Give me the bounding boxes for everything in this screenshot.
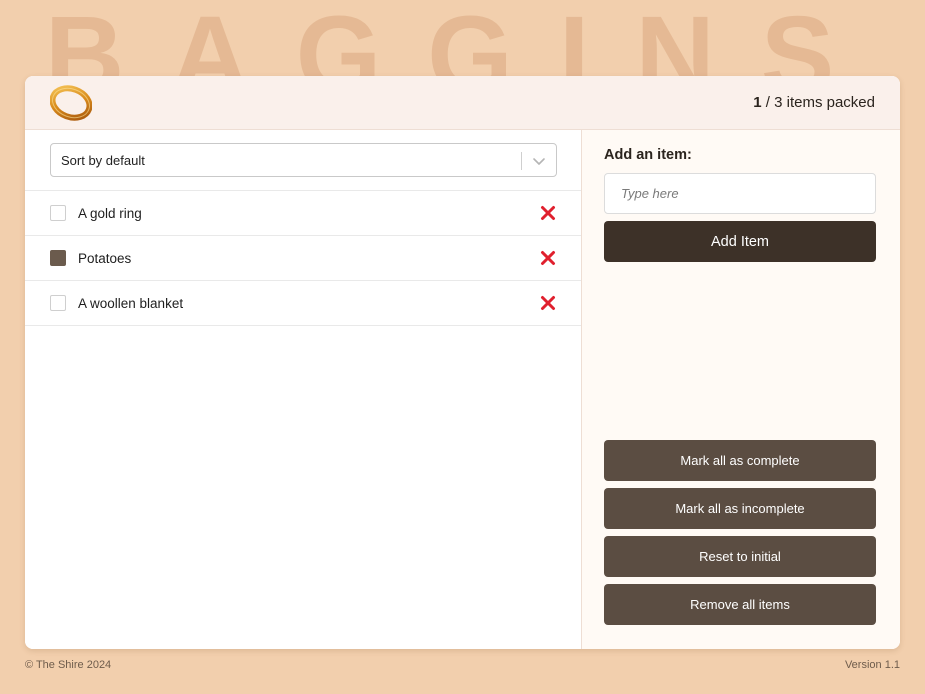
- delete-x-icon[interactable]: [540, 205, 556, 221]
- chevron-down-icon[interactable]: [532, 154, 546, 168]
- item-label: A gold ring: [78, 205, 142, 221]
- sort-select[interactable]: Sort by default: [50, 143, 557, 177]
- add-item-input[interactable]: [604, 173, 876, 214]
- main-content: Sort by default A gold ring Potatoes A w…: [25, 130, 900, 649]
- add-item-button[interactable]: Add Item: [604, 221, 876, 262]
- list-item: A woollen blanket: [25, 281, 581, 326]
- add-item-heading: Add an item:: [604, 147, 692, 163]
- delete-x-icon[interactable]: [540, 250, 556, 266]
- item-label: A woollen blanket: [78, 295, 184, 311]
- item-label: Potatoes: [78, 250, 132, 266]
- copyright-text: © The Shire 2024: [25, 659, 112, 671]
- packed-count: 1: [753, 94, 762, 111]
- item-checkbox[interactable]: [50, 250, 66, 266]
- footer: © The Shire 2024 Version 1.1: [25, 659, 900, 671]
- version-text: Version 1.1: [844, 659, 900, 671]
- sidebar: Add an item: Add Item Mark all as comple…: [582, 130, 900, 649]
- item-list-pane: Sort by default A gold ring Potatoes A w…: [25, 130, 582, 649]
- mark-all-complete-button[interactable]: Mark all as complete: [604, 440, 876, 481]
- item-checkbox[interactable]: [50, 205, 66, 221]
- packing-list-card: 1 / 3 items packed Sort by default A gol…: [25, 76, 900, 649]
- gold-ring-icon: [50, 84, 92, 121]
- bulk-actions: Mark all as complete Mark all as incompl…: [604, 440, 876, 632]
- sort-divider: [521, 152, 522, 170]
- list-item: Potatoes: [25, 236, 581, 281]
- sort-bar: Sort by default: [25, 130, 581, 191]
- list-item: A gold ring: [25, 191, 581, 236]
- remove-all-items-button[interactable]: Remove all items: [604, 584, 876, 625]
- reset-to-initial-button[interactable]: Reset to initial: [604, 536, 876, 577]
- mark-all-incomplete-button[interactable]: Mark all as incomplete: [604, 488, 876, 529]
- sort-selected-value: Sort by default: [61, 152, 145, 168]
- counter-text: / 3 items packed: [761, 94, 875, 111]
- delete-x-icon[interactable]: [540, 295, 556, 311]
- header: 1 / 3 items packed: [25, 76, 900, 130]
- packed-counter: 1 / 3 items packed: [753, 94, 875, 111]
- item-checkbox[interactable]: [50, 295, 66, 311]
